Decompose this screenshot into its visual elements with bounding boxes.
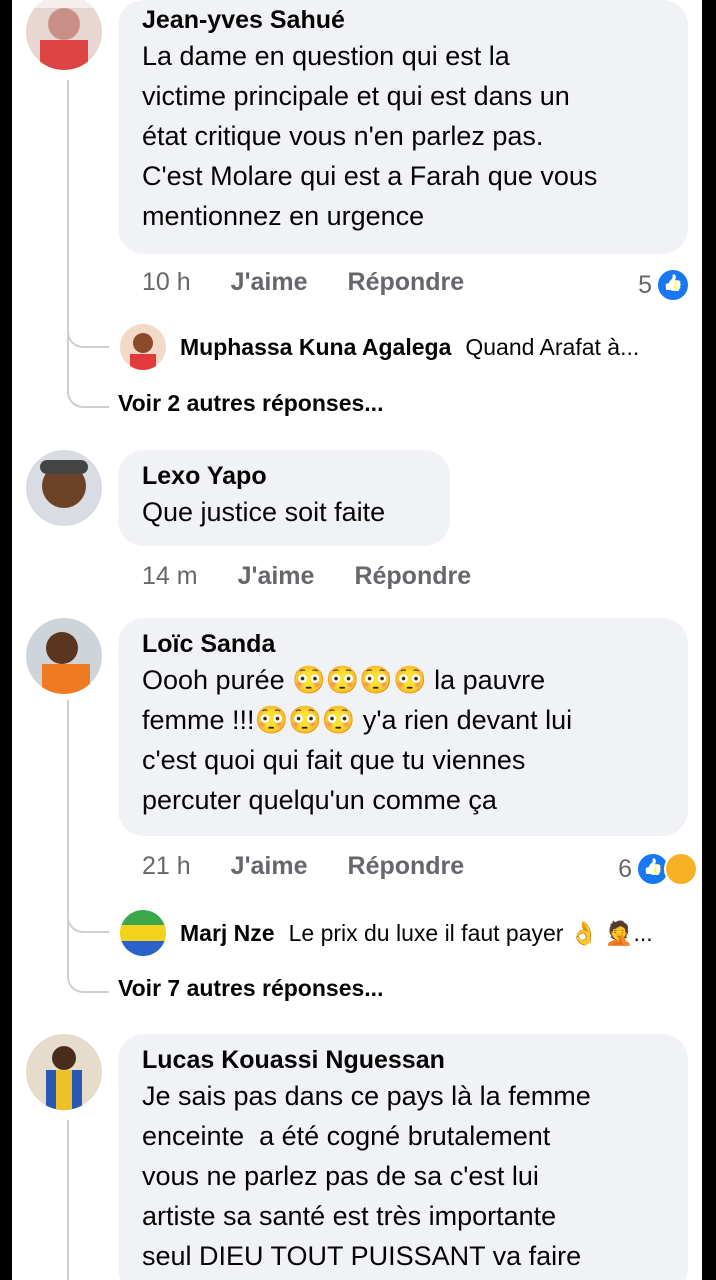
view-more-replies[interactable]: Voir 7 autres réponses... [118, 975, 383, 1002]
reaction-summary[interactable]: 6 [618, 852, 698, 886]
comment-text: Que justice soit faite [142, 497, 386, 527]
reaction-count: 5 [638, 270, 652, 299]
view-more-replies[interactable]: Voir 2 autres réponses... [118, 390, 383, 417]
comment-author[interactable]: Jean-yves Sahué [142, 4, 664, 36]
sad-reaction-icon [664, 852, 698, 886]
comment-bubble: Loïc Sanda Oooh purée 😳😳😳😳 la pauvre fem… [118, 618, 688, 836]
avatar-lexo[interactable] [26, 450, 102, 526]
avatar-muphassa [120, 324, 166, 370]
thread-connector [67, 320, 109, 348]
reply-preview[interactable]: Marj Nze Le prix du luxe il faut payer 👌… [120, 910, 653, 956]
comment-bubble: Jean-yves Sahué La dame en question qui … [118, 0, 688, 254]
thread-line [67, 1120, 69, 1280]
reply-text: Le prix du luxe il faut payer 👌 🤦... [288, 919, 653, 946]
thread-line [67, 80, 69, 390]
avatar-loic[interactable] [26, 618, 102, 694]
reply-text: Quand Arafat à... [465, 333, 640, 360]
reply-author: Marj Nze [180, 919, 275, 946]
comment-text: Je sais pas dans ce pays là la femme enc… [142, 1081, 591, 1271]
like-button[interactable]: J'aime [231, 852, 308, 881]
reply-preview[interactable]: Muphassa Kuna Agalega Quand Arafat à... [120, 324, 639, 370]
comment-actions: 21 h J'aime Répondre [142, 852, 464, 881]
avatar-lucas[interactable] [26, 1034, 102, 1110]
reaction-summary[interactable]: 5 [638, 268, 690, 302]
comment-text: Oooh purée 😳😳😳😳 la pauvre femme !!!😳😳😳 y… [142, 665, 573, 815]
like-button[interactable]: J'aime [231, 268, 308, 297]
comment-bubble: Lucas Kouassi Nguessan Je sais pas dans … [118, 1034, 688, 1280]
reply-button[interactable]: Répondre [348, 852, 465, 881]
comment-time[interactable]: 10 h [142, 268, 191, 297]
thread-connector [67, 905, 109, 933]
comment-time[interactable]: 21 h [142, 852, 191, 881]
comment-actions: 10 h J'aime Répondre [142, 268, 464, 297]
reply-author: Muphassa Kuna Agalega [180, 333, 452, 360]
thread-connector [67, 380, 109, 408]
comment-author[interactable]: Lexo Yapo [142, 460, 426, 492]
reply-button[interactable]: Répondre [348, 268, 465, 297]
comment-author[interactable]: Lucas Kouassi Nguessan [142, 1044, 664, 1076]
comment-time[interactable]: 14 m [142, 562, 198, 591]
comment-text: La dame en question qui est la victime p… [142, 41, 598, 231]
comment-author[interactable]: Loïc Sanda [142, 628, 664, 660]
reply-button[interactable]: Répondre [354, 562, 471, 591]
comment-bubble: Lexo Yapo Que justice soit faite [118, 450, 450, 546]
avatar-marj [120, 910, 166, 956]
comments-page: Jean-yves Sahué La dame en question qui … [12, 0, 702, 1280]
reaction-count: 6 [618, 854, 632, 883]
thread-line [67, 700, 69, 975]
like-reaction-icon [656, 268, 690, 302]
like-button[interactable]: J'aime [238, 562, 315, 591]
comment-actions: 14 m J'aime Répondre [142, 562, 471, 591]
avatar-jean-yves[interactable] [26, 0, 102, 70]
thread-connector [67, 965, 109, 993]
